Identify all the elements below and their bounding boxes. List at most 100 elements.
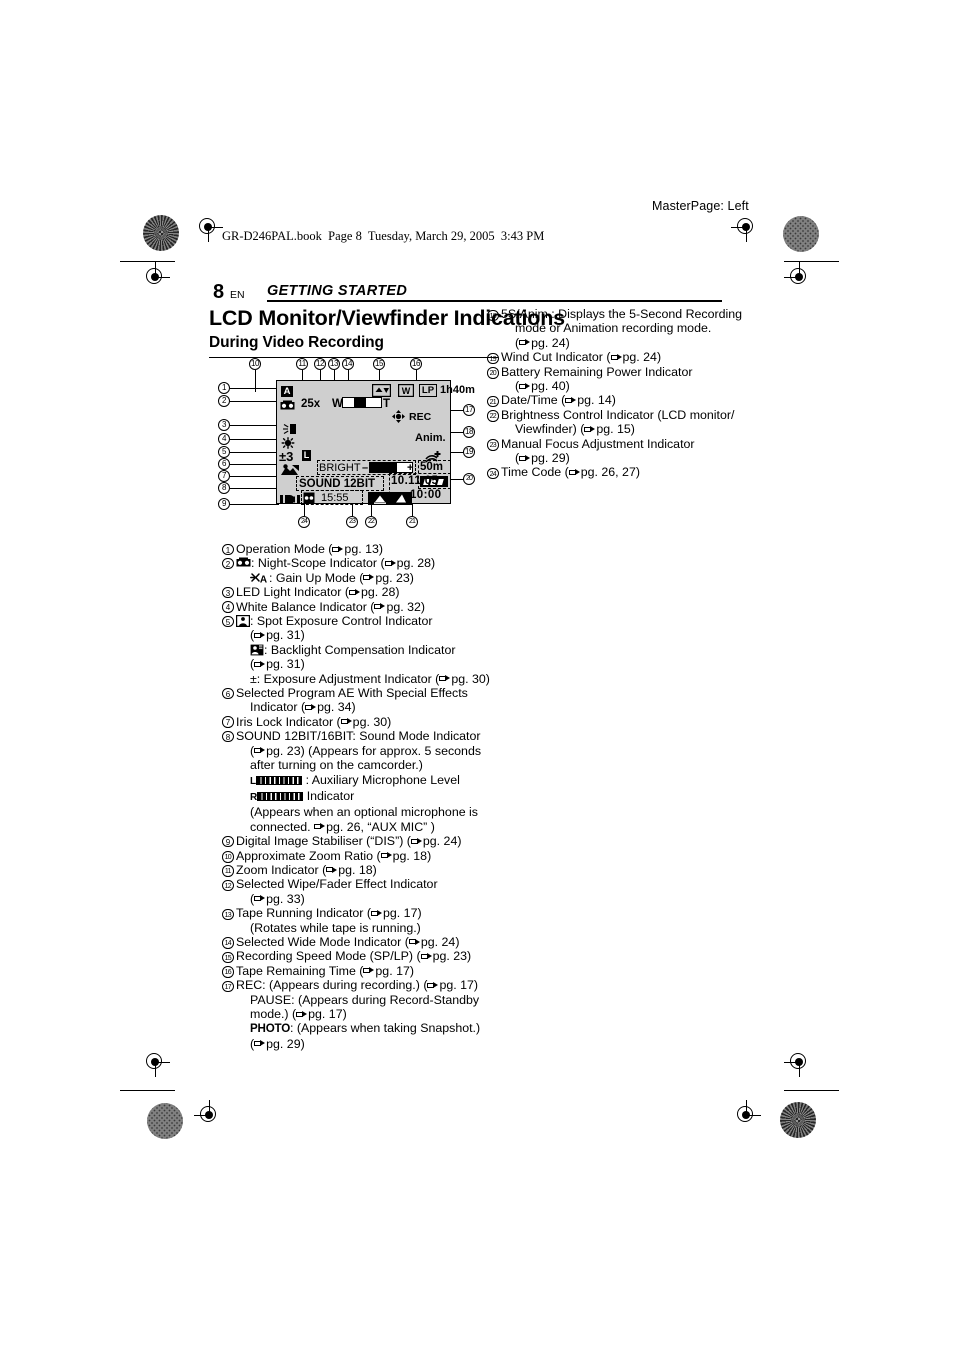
circled-number: 10	[222, 851, 234, 863]
list-item-line: A: Gain Up Mode (pg. 23)	[236, 571, 492, 585]
list-item: 6 Selected Program AE With Special Effect…	[222, 686, 492, 715]
list-item-page-ref: pg. 15)	[596, 422, 635, 437]
focus-distance-indicator: 50m	[420, 461, 444, 473]
list-item-number: 20	[487, 365, 499, 379]
list-item-page-ref: pg. 18)	[392, 848, 432, 863]
list-item-line: SOUND 12BIT/16BIT: Sound Mode Indicator	[236, 729, 481, 743]
list-item-page-ref: pg. 17)	[375, 963, 414, 978]
page-pointer-icon	[254, 631, 266, 639]
list-item-text: Selected Wipe/Fader Effect Indicator	[236, 877, 438, 892]
list-item-text: Iris Lock Indicator (	[236, 714, 341, 729]
list-item-line: 5S/Anim.: Displays the 5-Second Recordin…	[501, 307, 742, 321]
recording-speed-indicator: LP	[419, 384, 437, 397]
registration-mark-bottom-left	[194, 1100, 224, 1130]
registration-mark-upper-left-inner	[140, 262, 170, 292]
list-item-page-ref: pg. 40)	[531, 379, 570, 394]
brightness-label: BRIGHT	[319, 462, 361, 474]
list-item-line: (Rotates while tape is running.)	[236, 921, 492, 935]
list-item-page-ref: pg. 26, “AUX MIC” )	[326, 819, 435, 834]
list-item: 2: Night-Scope Indicator (pg. 28) A: Gain…	[222, 556, 492, 585]
list-item-text: after turning on the camcorder.)	[250, 758, 423, 773]
list-item: 10 Approximate Zoom Ratio (pg. 18)	[222, 849, 492, 863]
list-item-page-ref: pg. 17)	[308, 1007, 347, 1021]
list-item-line: (pg. 33)	[236, 892, 492, 906]
list-item-number: 15	[222, 950, 234, 964]
list-item-line: Iris Lock Indicator (pg. 30)	[236, 715, 391, 729]
list-item-number: 16	[222, 964, 234, 978]
page-pointer-icon	[519, 454, 531, 462]
circled-number: 4	[222, 601, 234, 613]
list-item-page-ref: pg. 24)	[531, 335, 570, 350]
list-item-text: Tape Remaining Time (	[236, 963, 364, 978]
list-item-line: Viewfinder) ( pg. 15)	[501, 422, 747, 436]
list-item-number: 14	[222, 935, 234, 949]
callout-9: 9	[218, 498, 230, 510]
page-pointer-icon	[371, 909, 383, 917]
registration-mark-top-left	[193, 212, 223, 242]
circled-number: 5	[222, 615, 234, 628]
circled-number: 17	[222, 980, 234, 993]
circled-number: 14	[222, 937, 234, 949]
list-item-text: SOUND 12BIT/16BIT: Sound Mode Indicator	[236, 729, 481, 744]
circled-number: 15	[222, 951, 234, 964]
list-item-line: Indicator (pg. 34)	[236, 700, 492, 714]
list-item-text: (Rotates while tape is running.)	[250, 920, 421, 935]
list-item-line: (Appears when an optional microphone is	[236, 805, 492, 819]
list-item-text: Viewfinder) (	[515, 422, 585, 437]
callout-5: 5	[218, 446, 230, 458]
list-item-text: PAUSE: (Appears during Record-Standby	[250, 992, 480, 1007]
list-item-line: (pg. 23) (Appears for approx. 5 seconds	[236, 744, 492, 758]
callout-10: 10	[249, 358, 261, 370]
page-pointer-icon	[420, 952, 432, 960]
list-item-line: Recording Speed Mode (SP/LP) (pg. 23)	[236, 949, 471, 963]
halftone-target-bottom-left	[147, 1103, 183, 1139]
callout-15: 15	[373, 358, 385, 370]
list-item-line: Operation Mode (pg. 13)	[236, 542, 383, 556]
gain-up-icon: A	[250, 571, 269, 585]
list-item: 20 Battery Remaining Power Indicator(pg. …	[487, 365, 747, 394]
page-pointer-icon	[519, 382, 531, 390]
list-item-number: 6	[222, 687, 234, 701]
page-pointer-icon	[380, 852, 392, 860]
circled-number: 24	[487, 467, 499, 480]
list-item-line: PAUSE: (Appears during Record-Standby	[236, 993, 492, 1007]
list-item-text: : Auxiliary Microphone Level	[305, 772, 460, 787]
list-item-text: : Gain Up Mode (	[269, 570, 364, 585]
time-code-indicator: 15:55	[321, 492, 349, 504]
list-item: 17 REC: (Appears during recording.) ( pg. …	[222, 978, 492, 1051]
page-pointer-icon	[363, 574, 375, 582]
circled-number: 22	[487, 410, 499, 422]
page-pointer-icon	[374, 603, 386, 611]
callout-1: 1	[218, 382, 230, 394]
list-item-number: 4	[222, 600, 234, 614]
list-item-page-ref: pg. 23)	[432, 949, 472, 964]
callout-13: 13	[328, 358, 340, 370]
aux-mic-meter-l	[256, 775, 303, 785]
list-item-page-ref: pg. 13)	[344, 542, 383, 556]
list-item-text: REC: (Appears during recording.) (	[236, 978, 428, 993]
list-item-page-ref: pg. 29)	[531, 451, 570, 466]
list-item-page-ref: pg. 24)	[422, 834, 462, 849]
list-item-text: mode.) (	[250, 1007, 297, 1021]
circled-number: 11	[222, 865, 234, 877]
list-item-text: Manual Focus Adjustment Indicator	[501, 436, 695, 451]
night-scope-icon	[236, 556, 251, 570]
list-item: 14 Selected Wide Mode Indicator (pg. 24)	[222, 935, 492, 949]
dis-glyph	[280, 495, 300, 504]
list-item: 23 Manual Focus Adjustment Indicator(pg. …	[487, 437, 747, 466]
callout-7: 7	[218, 470, 230, 482]
list-item-line: Battery Remaining Power Indicator	[501, 365, 692, 379]
list-item: 18 5S/Anim.: Displays the 5-Second Record…	[487, 307, 747, 350]
time-code-tape-icon	[303, 492, 315, 508]
list-item: 7 Iris Lock Indicator (pg. 30)	[222, 715, 492, 729]
list-item-page-ref: pg. 29)	[266, 1036, 305, 1051]
list-item-page-ref: pg. 31)	[266, 657, 305, 672]
list-item-number: 7	[222, 715, 234, 729]
list-item: 13 Tape Running Indicator (pg. 17) (Rotate…	[222, 906, 492, 935]
zoom-ratio-indicator: 25x	[301, 398, 321, 410]
masterpage-label: MasterPage: Left	[652, 199, 749, 213]
lcd-indications-figure: 10 11 12 13 14 15 16 1 2 3 4 5 6 7 8 9 1…	[218, 358, 478, 528]
list-item-number: 3	[222, 586, 234, 600]
page-pointer-icon	[314, 823, 326, 831]
list-item-page-ref: pg. 26, 27)	[580, 465, 640, 480]
